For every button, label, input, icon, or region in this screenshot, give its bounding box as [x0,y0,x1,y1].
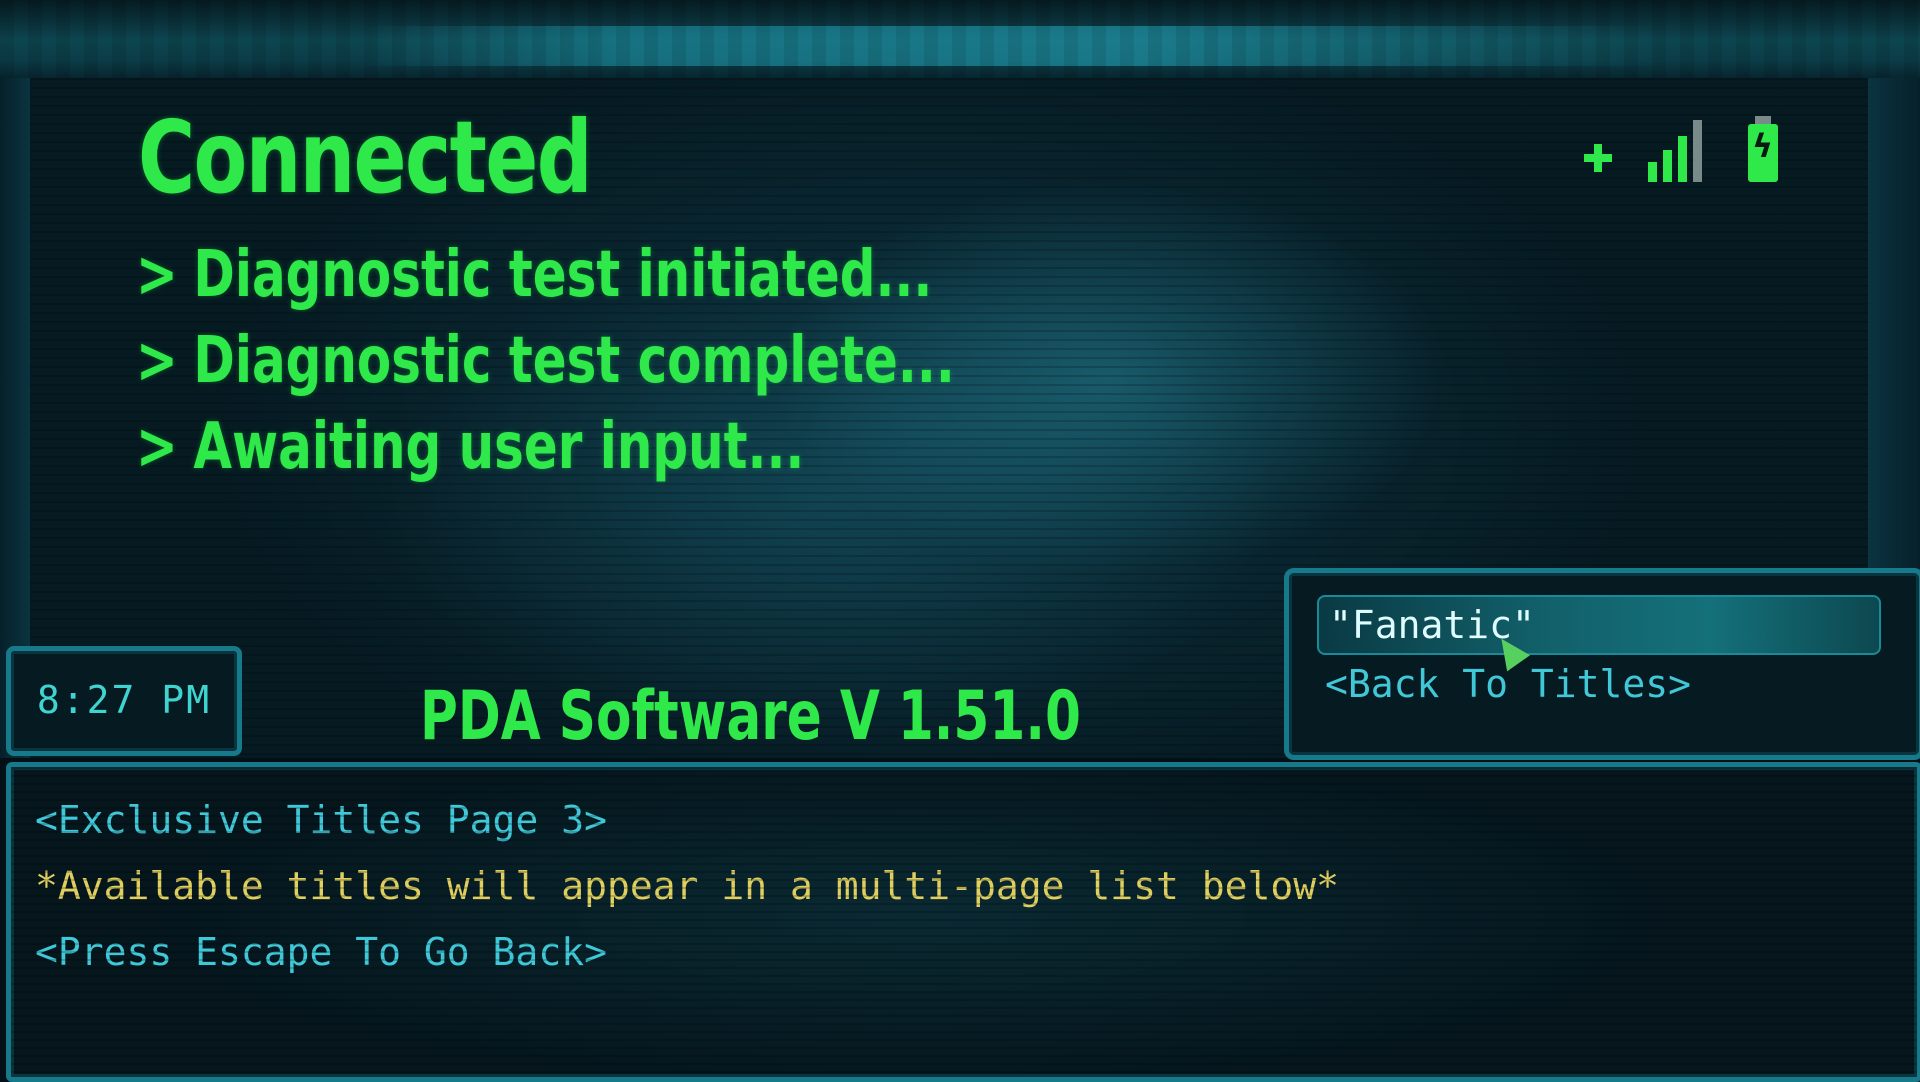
top-frame-pixels [0,0,1920,78]
diagnostic-log: > Diagnostic test initiated... > Diagnosti… [136,240,1186,498]
prompt-glyph: > [136,238,178,312]
log-text: Diagnostic test complete... [193,324,955,398]
log-line: > Diagnostic test initiated... [136,240,955,326]
battery-icon: ϟ [1748,116,1778,182]
prompt-glyph: > [136,324,178,398]
console-panel: <Exclusive Titles Page 3> *Available tit… [6,762,1920,1082]
console-info-text: *Available titles will appear in a multi… [35,864,1340,908]
battery-bolt: ϟ [1752,127,1774,165]
escape-hint[interactable]: <Press Escape To Go Back> [35,929,607,975]
signal-icon [1648,120,1708,182]
top-frame [0,0,1920,78]
status-icons: ϟ [1580,116,1780,186]
menu-item-fanatic[interactable]: "Fanatic" [1317,595,1881,655]
clock-time: 8:27 PM [36,678,212,722]
software-version: PDA Software V 1.51.0 [420,677,1081,756]
log-text: Awaiting user input... [193,410,805,484]
log-line: > Awaiting user input... [136,412,955,498]
log-line: > Diagnostic test complete... [136,326,955,412]
plus-icon [1584,144,1612,172]
log-text: Diagnostic test initiated... [193,238,933,312]
title-menu: "Fanatic" <Back To Titles> [1284,568,1920,760]
clock-panel: 8:27 PM [6,646,242,756]
connection-title: Connected [138,99,593,216]
console-page-heading: <Exclusive Titles Page 3> [35,798,607,842]
prompt-glyph: > [136,410,178,484]
